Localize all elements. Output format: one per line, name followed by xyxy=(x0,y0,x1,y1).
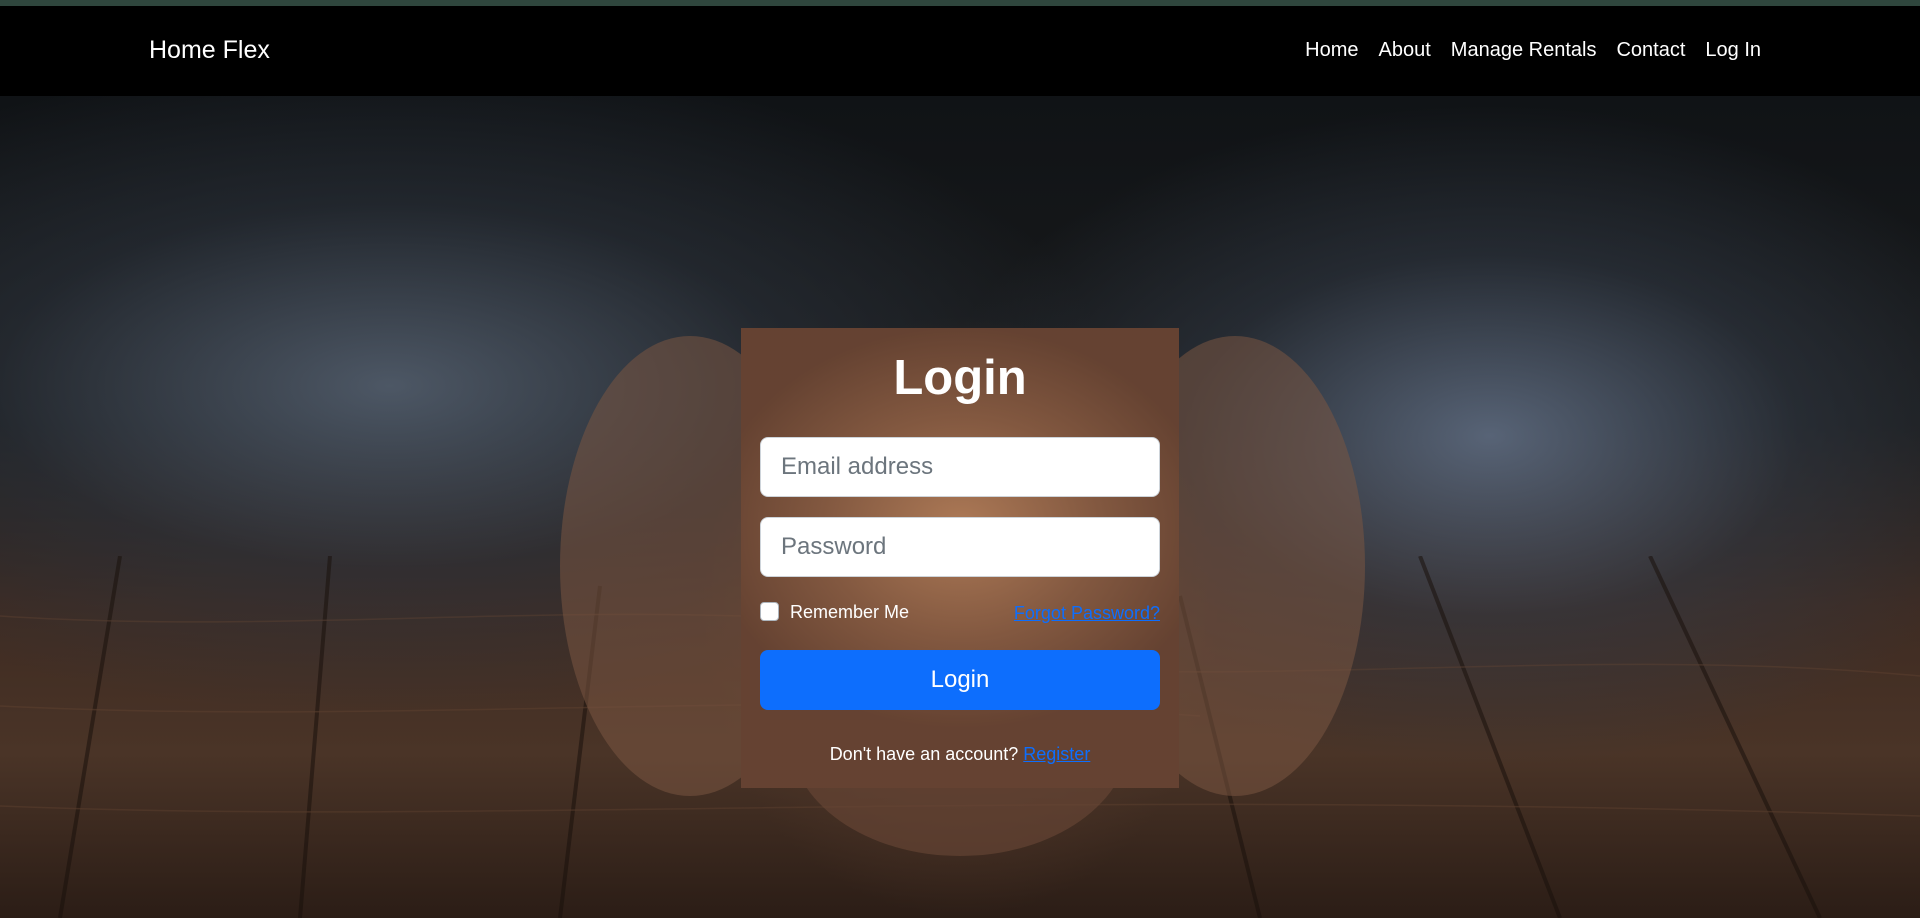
register-link[interactable]: Register xyxy=(1023,744,1090,764)
login-title: Login xyxy=(893,351,1027,405)
navbar: Home Flex Home About Manage Rentals Cont… xyxy=(0,6,1920,96)
hero-background: Login Remember Me Forgot Password? Login… xyxy=(0,96,1920,918)
nav-link-home[interactable]: Home xyxy=(1305,39,1358,62)
forgot-password-link[interactable]: Forgot Password? xyxy=(1014,603,1160,624)
brand-logo[interactable]: Home Flex xyxy=(149,36,270,65)
nav-link-manage-rentals[interactable]: Manage Rentals xyxy=(1451,39,1597,62)
login-card: Login Remember Me Forgot Password? Login… xyxy=(741,328,1179,788)
nav-links: Home About Manage Rentals Contact Log In xyxy=(1305,39,1761,62)
remember-me-label[interactable]: Remember Me xyxy=(790,602,909,623)
email-field[interactable] xyxy=(760,437,1160,497)
nav-link-about[interactable]: About xyxy=(1379,39,1431,62)
nav-link-contact[interactable]: Contact xyxy=(1616,39,1685,62)
signup-row: Don't have an account? Register xyxy=(741,744,1179,765)
login-button[interactable]: Login xyxy=(760,650,1160,710)
nav-link-log-in[interactable]: Log In xyxy=(1705,39,1761,62)
remember-me-checkbox[interactable] xyxy=(760,602,779,621)
signup-prompt: Don't have an account? xyxy=(829,744,1019,764)
password-field[interactable] xyxy=(760,517,1160,577)
remember-row: Remember Me Forgot Password? xyxy=(760,600,1160,624)
